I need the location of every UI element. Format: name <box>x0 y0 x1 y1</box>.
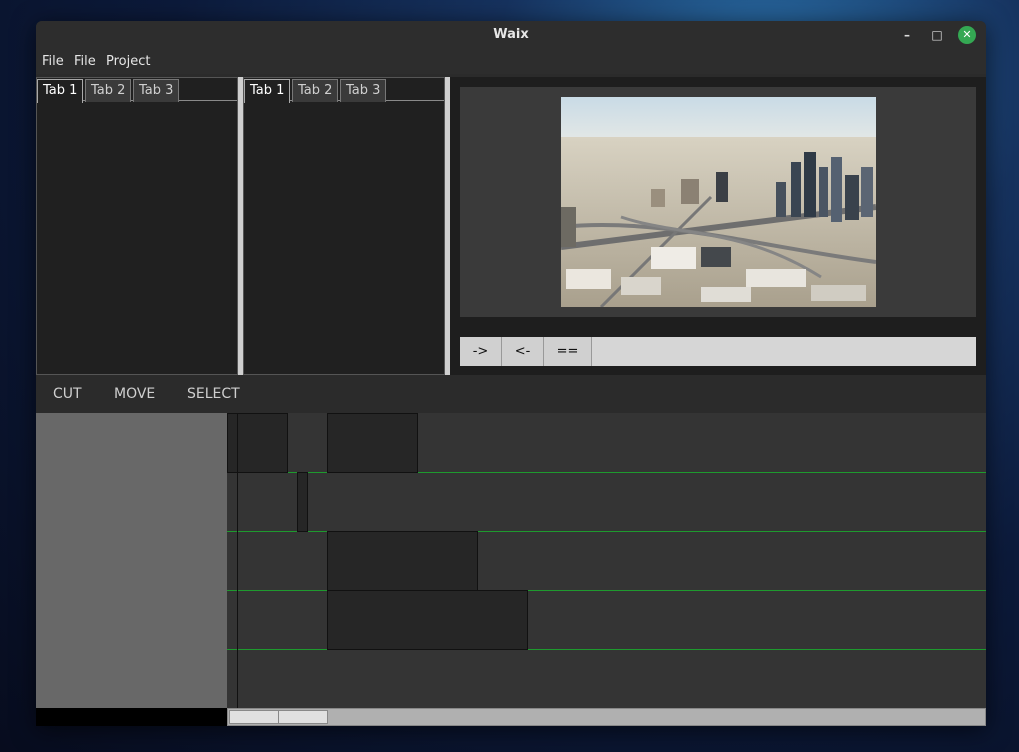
left-tab-1[interactable]: Tab 1 <box>37 79 84 103</box>
timeline-clip[interactable] <box>297 472 308 532</box>
forward-button[interactable]: -> <box>460 337 502 366</box>
middle-tab-3[interactable]: Tab 3 <box>340 79 387 102</box>
middle-tab-2[interactable]: Tab 2 <box>292 79 339 102</box>
minimize-icon[interactable]: – <box>898 26 916 44</box>
left-tab-3[interactable]: Tab 3 <box>133 79 180 102</box>
window-title: Waix <box>493 27 529 42</box>
scrollbar-thumb-left[interactable] <box>229 710 279 724</box>
timeline[interactable] <box>227 413 986 708</box>
equal-button[interactable]: == <box>544 337 592 366</box>
timeline-clip[interactable] <box>327 590 528 650</box>
menu-project[interactable]: Project <box>106 54 150 69</box>
timeline-scrollbar[interactable] <box>227 708 986 726</box>
close-icon[interactable]: ✕ <box>958 26 976 44</box>
track-header-footer <box>36 708 227 726</box>
edit-toolbar: CUT MOVE SELECT <box>36 375 986 413</box>
timeline-clip[interactable] <box>327 413 418 473</box>
preview-image <box>561 97 876 307</box>
left-tab-2[interactable]: Tab 2 <box>85 79 132 102</box>
middle-tab-panel: Tab 1 Tab 2 Tab 3 <box>243 77 445 375</box>
preview-viewport <box>460 87 976 317</box>
track-header-panel <box>36 413 227 708</box>
scrollbar-thumb-right[interactable] <box>278 710 328 724</box>
playback-control-bar: -> <- == <box>460 337 976 366</box>
middle-tab-strip: Tab 1 Tab 2 Tab 3 <box>244 78 444 103</box>
left-tab-strip: Tab 1 Tab 2 Tab 3 <box>37 78 237 103</box>
select-tool[interactable]: SELECT <box>187 386 240 402</box>
back-button[interactable]: <- <box>502 337 544 366</box>
left-tab-panel: Tab 1 Tab 2 Tab 3 <box>36 77 238 375</box>
cut-tool[interactable]: CUT <box>53 386 82 402</box>
preview-area: -> <- == <box>450 77 986 375</box>
maximize-icon[interactable]: □ <box>928 26 946 44</box>
title-bar: Waix – □ ✕ <box>36 21 986 49</box>
move-tool[interactable]: MOVE <box>114 386 155 402</box>
menu-bar: File File Project <box>36 49 986 74</box>
menu-file[interactable]: File <box>42 54 64 69</box>
menu-file-2[interactable]: File <box>74 54 96 69</box>
timeline-clip[interactable] <box>327 531 478 591</box>
playhead[interactable] <box>237 413 238 708</box>
app-window: Waix – □ ✕ File File Project Tab 1 Tab 2… <box>36 21 986 726</box>
middle-tab-1[interactable]: Tab 1 <box>244 79 291 103</box>
